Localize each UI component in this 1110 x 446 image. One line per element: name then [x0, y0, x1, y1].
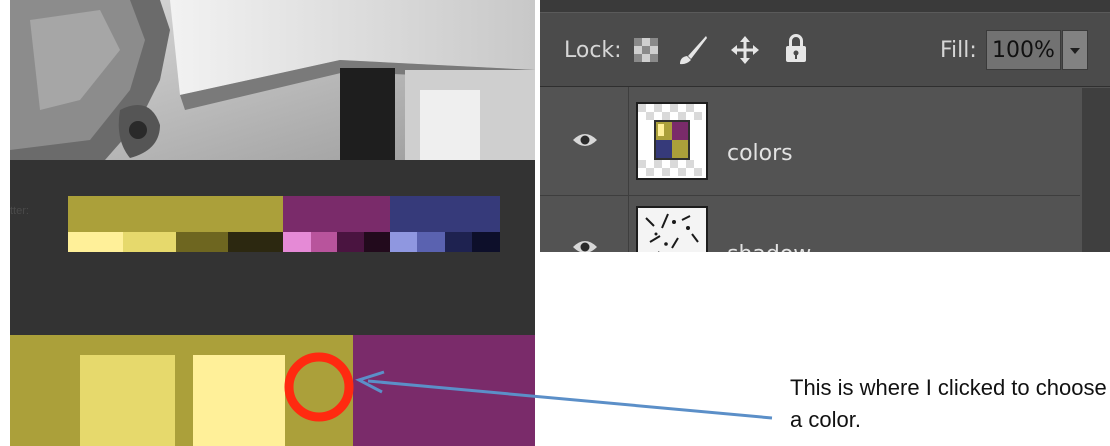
annotation-arrow: [367, 379, 773, 420]
annotation-caption: This is where I clicked to choose a colo…: [790, 375, 1107, 432]
highlight-circle: [284, 352, 354, 422]
